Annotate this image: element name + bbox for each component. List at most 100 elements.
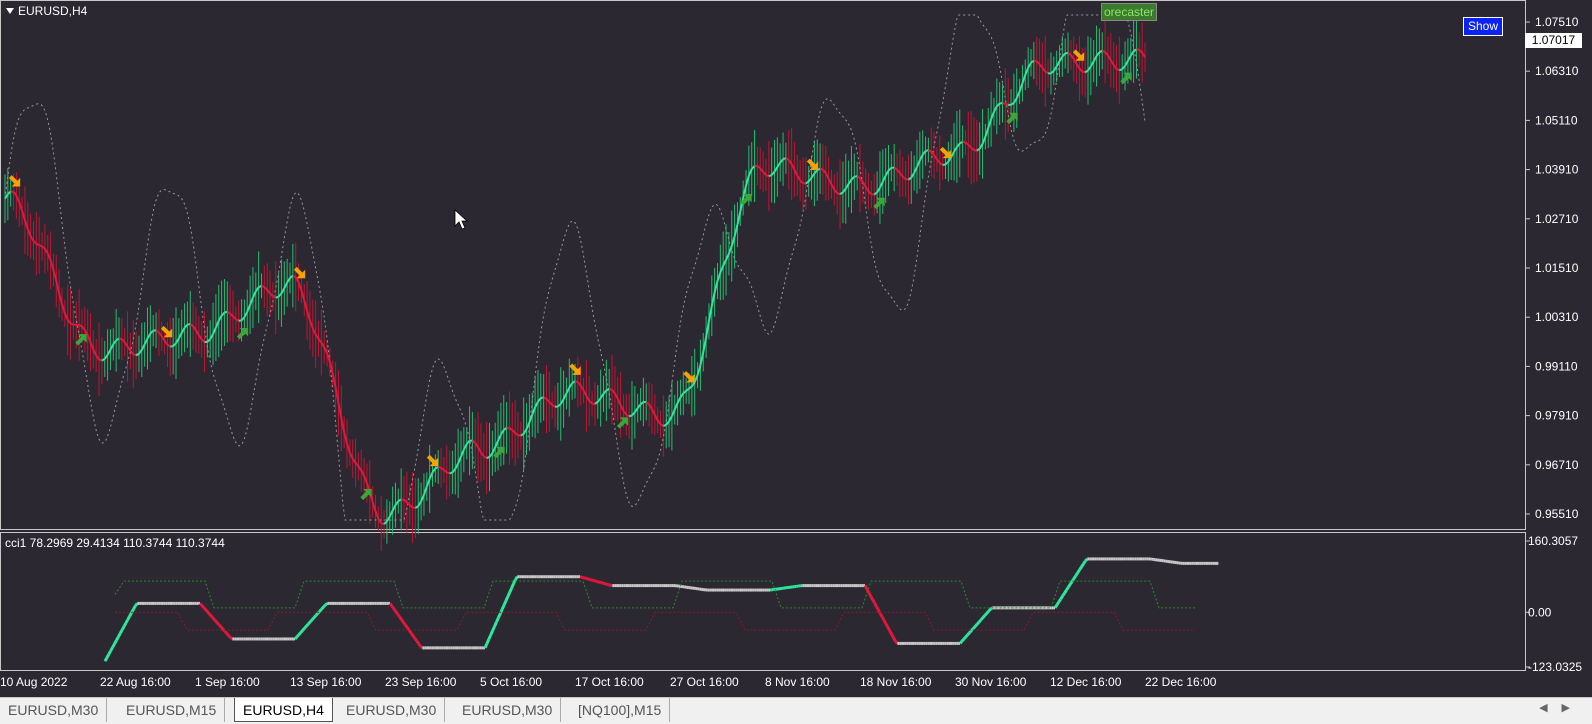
cci-segment xyxy=(405,625,407,628)
cci-segment xyxy=(227,633,229,635)
tab-nq100-m15[interactable]: [NQ100],M15 xyxy=(570,698,670,722)
cci-segment xyxy=(295,637,297,639)
cci-segment xyxy=(390,603,392,606)
tab-eurusd-m30-2[interactable]: EURUSD,M30 xyxy=(338,698,445,722)
cci-segment xyxy=(966,635,968,637)
cci-segment xyxy=(301,630,303,632)
trend-segment xyxy=(661,424,664,426)
cci-segment xyxy=(960,641,962,643)
cci-segment xyxy=(403,622,405,625)
cci-segment xyxy=(308,622,310,624)
trend-segment xyxy=(136,354,139,355)
trend-segment xyxy=(820,169,823,170)
cci-segment xyxy=(322,607,324,609)
trend-segment xyxy=(435,467,438,468)
trend-segment xyxy=(575,381,578,382)
trend-segment xyxy=(239,320,242,321)
cci-segment xyxy=(204,608,206,610)
tab-scroll-arrows-icon[interactable]: ◀▶ xyxy=(1539,701,1584,714)
cci-segment xyxy=(299,633,301,635)
cci-segment xyxy=(588,579,590,580)
trend-segment xyxy=(276,297,279,298)
cci-segment xyxy=(202,606,204,608)
trend-segment xyxy=(262,286,265,287)
tab-eurusd-m30-1[interactable]: EURUSD,M30 xyxy=(0,698,107,722)
cci-segment xyxy=(591,580,593,581)
cci-segment xyxy=(869,593,871,596)
cci-segment xyxy=(229,635,231,637)
cci-segment xyxy=(491,631,493,635)
trend-segment xyxy=(438,467,441,468)
cci-segment xyxy=(584,578,586,579)
time-label: 5 Oct 16:00 xyxy=(480,675,542,689)
tab-eurusd-h4[interactable]: EURUSD,H4 xyxy=(234,698,333,722)
cci-segment xyxy=(419,643,421,646)
cci-segment xyxy=(593,580,595,581)
time-label: 22 Aug 16:00 xyxy=(100,675,171,689)
cci-segment xyxy=(1063,593,1065,596)
collapse-triangle-icon[interactable] xyxy=(6,8,14,14)
cci-segment xyxy=(1059,599,1061,602)
cci-segment xyxy=(875,603,877,606)
cci-segment xyxy=(1084,561,1086,564)
cci-segment xyxy=(873,599,875,602)
cci-segment xyxy=(130,613,132,616)
price-label: 1.02710 xyxy=(1535,212,1579,226)
cci-segment xyxy=(394,609,396,612)
cci-segment xyxy=(895,641,897,643)
cci-segment xyxy=(400,617,402,620)
cci-title: cci1 78.2969 29.4134 110.3744 110.3744 xyxy=(5,536,225,550)
cci-segment xyxy=(200,603,202,605)
cci-segment xyxy=(107,654,109,657)
chart-tab-bar: EURUSD,M30 EURUSD,M15 EURUSD,H4 EURUSD,M… xyxy=(0,697,1592,724)
price-label: 1.07510 xyxy=(1535,15,1579,29)
price-label: 0.96710 xyxy=(1535,458,1579,472)
trend-segment xyxy=(1082,72,1085,73)
cci-segment xyxy=(1066,587,1068,590)
cci-segment xyxy=(128,616,130,619)
time-label: 30 Nov 16:00 xyxy=(955,675,1027,689)
forecaster-label[interactable]: orecaster xyxy=(1101,3,1157,21)
cci-segment xyxy=(500,609,502,613)
trend-segment xyxy=(541,397,544,398)
trend-segment xyxy=(609,389,612,390)
cci-segment xyxy=(413,635,415,638)
cci-segment xyxy=(892,634,894,637)
trend-segment xyxy=(960,142,963,144)
cci-segment xyxy=(1076,573,1078,576)
cci-segment xyxy=(880,613,882,616)
cci-segment xyxy=(580,577,582,578)
main-chart[interactable]: 1.075101.063101.051101.039101.027101.015… xyxy=(0,0,1592,723)
cci-segment xyxy=(586,578,588,579)
price-label: 0.95510 xyxy=(1535,507,1579,521)
cci-segment xyxy=(217,623,219,625)
tab-eurusd-m30-3[interactable]: EURUSD,M30 xyxy=(454,698,561,722)
price-label: 0.97910 xyxy=(1535,409,1579,423)
trend-segment xyxy=(227,312,230,314)
trend-segment xyxy=(544,397,547,399)
cci-segment xyxy=(310,620,312,622)
trend-segment xyxy=(1065,53,1068,54)
cci-segment xyxy=(894,638,896,641)
cci-segment xyxy=(401,619,403,622)
cci-segment xyxy=(1078,570,1080,573)
cci-segment xyxy=(983,616,985,618)
trend-segment xyxy=(1099,51,1102,52)
trend-segment xyxy=(1000,103,1003,104)
cci-segment xyxy=(109,651,111,654)
trend-segment xyxy=(293,276,296,277)
trend-segment xyxy=(1005,104,1008,105)
show-button[interactable]: Show xyxy=(1463,17,1503,36)
cci-segment xyxy=(1057,602,1059,605)
price-label: 1.01510 xyxy=(1535,261,1579,275)
cci-segment xyxy=(206,610,208,612)
time-label: 18 Nov 16:00 xyxy=(860,675,932,689)
trend-segment xyxy=(769,175,772,176)
time-label: 10 Aug 2022 xyxy=(0,675,68,689)
cci-segment xyxy=(210,614,212,616)
tab-eurusd-m15[interactable]: EURUSD,M15 xyxy=(118,698,225,722)
cci-segment xyxy=(325,603,327,604)
cci-segment xyxy=(398,614,400,617)
time-label: 13 Sep 16:00 xyxy=(290,675,362,689)
symbol-title: EURUSD,H4 xyxy=(6,4,87,18)
